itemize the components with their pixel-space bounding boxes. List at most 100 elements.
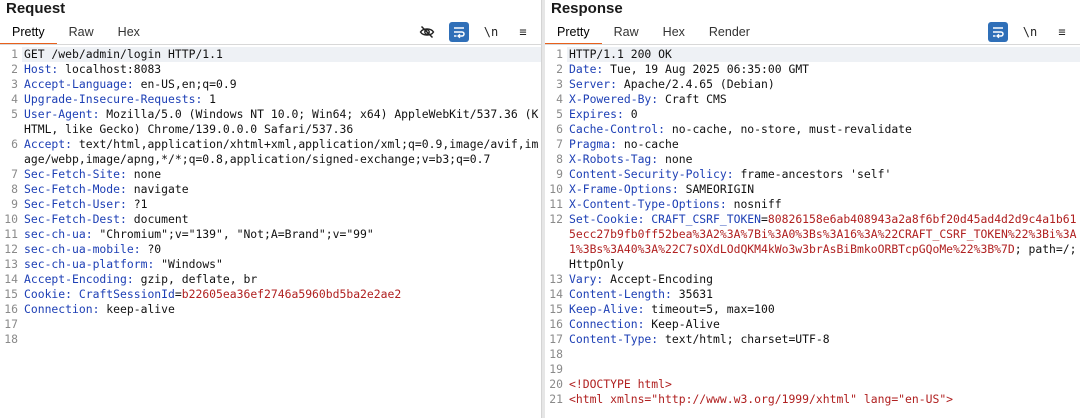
code-line[interactable]: 19 — [545, 362, 1080, 377]
header-name: X-Content-Type-Options: — [569, 197, 727, 211]
line-content: Cookie: CraftSessionId=b22605ea36ef2746a… — [22, 287, 541, 302]
request-title: Request — [6, 0, 66, 17]
code-line[interactable]: 10 Sec-Fetch-Dest: document — [0, 212, 541, 227]
code-line[interactable]: 14 Accept-Encoding: gzip, deflate, br — [0, 272, 541, 287]
header-name: User-Agent: — [24, 107, 100, 121]
line-number: 17 — [4, 317, 18, 331]
header-name: Accept-Encoding: — [24, 272, 134, 286]
code-line[interactable]: 13 sec-ch-ua-platform: "Windows" — [0, 257, 541, 272]
code-line[interactable]: 6 Accept: text/html,application/xhtml+xml… — [0, 137, 541, 167]
line-content: Accept: text/html,application/xhtml+xml,… — [22, 137, 541, 167]
line-number: 1 — [11, 47, 18, 61]
header-value: 0 — [623, 107, 638, 121]
header-name: Server: — [569, 77, 618, 91]
line-content: GET /web/admin/login HTTP/1.1 — [22, 47, 541, 62]
line-number: 11 — [549, 197, 563, 211]
code-line[interactable]: 9 Content-Security-Policy: frame-ancestor… — [545, 167, 1080, 182]
line-number: 9 — [11, 197, 18, 211]
code-line[interactable]: 12 sec-ch-ua-mobile: ?0 — [0, 242, 541, 257]
code-line[interactable]: 2 Date: Tue, 19 Aug 2025 06:35:00 GMT — [545, 62, 1080, 77]
code-line[interactable]: 12 Set-Cookie: CRAFT_CSRF_TOKEN=80826158e… — [545, 212, 1080, 272]
code-line[interactable]: 1 HTTP/1.1 200 OK — [545, 47, 1080, 62]
code-line[interactable]: 16 Connection: keep-alive — [0, 302, 541, 317]
code-line[interactable]: 18 — [0, 332, 541, 347]
header-name: Accept: — [24, 137, 73, 151]
code-line[interactable]: 1 GET /web/admin/login HTTP/1.1 — [0, 47, 541, 62]
code-line[interactable]: 16 Connection: Keep-Alive — [545, 317, 1080, 332]
code-line[interactable]: 6 Cache-Control: no-cache, no-store, must… — [545, 122, 1080, 137]
line-number: 19 — [549, 362, 563, 376]
code-line[interactable]: 3 Accept-Language: en-US,en;q=0.9 — [0, 77, 541, 92]
code-line[interactable]: 20 <!DOCTYPE html> — [545, 377, 1080, 392]
code-line[interactable]: 15 Keep-Alive: timeout=5, max=100 — [545, 302, 1080, 317]
line-number: 14 — [4, 272, 18, 286]
header-name: Pragma: — [569, 137, 618, 151]
line-number: 1 — [556, 47, 563, 61]
line-number: 11 — [4, 227, 18, 241]
code-line[interactable]: 8 Sec-Fetch-Mode: navigate — [0, 182, 541, 197]
header-value: Apache/2.4.65 (Debian) — [617, 77, 775, 91]
header-value: no-cache — [617, 137, 679, 151]
request-toolbar: \n ≡ — [417, 22, 533, 42]
code-line[interactable]: 11 X-Content-Type-Options: nosniff — [545, 197, 1080, 212]
code-line[interactable]: 17 — [0, 317, 541, 332]
header-value: gzip, deflate, br — [133, 272, 258, 286]
code-line[interactable]: 2 Host: localhost:8083 — [0, 62, 541, 77]
line-number: 18 — [4, 332, 18, 346]
code-line[interactable]: 17 Content-Type: text/html; charset=UTF-8 — [545, 332, 1080, 347]
response-tab-pretty[interactable]: Pretty — [545, 22, 602, 45]
line-number: 12 — [549, 212, 563, 226]
line-number: 20 — [549, 377, 563, 391]
response-editor[interactable]: 1 HTTP/1.1 200 OK 2 Date: Tue, 19 Aug 2025 … — [545, 47, 1080, 418]
code-line[interactable]: 10 X-Frame-Options: SAMEORIGIN — [545, 182, 1080, 197]
response-tab-hex[interactable]: Hex — [651, 22, 697, 44]
line-number: 6 — [11, 137, 18, 151]
line-content: HTTP/1.1 200 OK — [567, 47, 1080, 62]
code-line[interactable]: 21 <html xmlns="http://www.w3.org/1999/xh… — [545, 392, 1080, 407]
line-content: Set-Cookie: CRAFT_CSRF_TOKEN=80826158e6a… — [567, 212, 1080, 272]
header-name: Keep-Alive: — [569, 302, 645, 316]
header-value: document — [126, 212, 189, 226]
header-name: sec-ch-ua: — [24, 227, 93, 241]
header-value: "Chromium";v="139", "Not;A=Brand";v="99" — [92, 227, 374, 241]
request-tab-hex[interactable]: Hex — [106, 22, 152, 44]
request-editor[interactable]: 1 GET /web/admin/login HTTP/1.1 2 Host: loc… — [0, 47, 541, 418]
line-text: GET /web/admin/login HTTP/1.1 — [24, 47, 223, 61]
header-value: en-US,en;q=0.9 — [133, 77, 237, 91]
code-line[interactable]: 4 Upgrade-Insecure-Requests: 1 — [0, 92, 541, 107]
code-line[interactable]: 3 Server: Apache/2.4.65 (Debian) — [545, 77, 1080, 92]
newline-icon[interactable]: \n — [481, 22, 501, 42]
code-line[interactable]: 4 X-Powered-By: Craft CMS — [545, 92, 1080, 107]
line-number: 16 — [549, 317, 563, 331]
hide-icon[interactable] — [417, 22, 437, 42]
response-tab-raw[interactable]: Raw — [602, 22, 651, 44]
word-wrap-icon[interactable] — [449, 22, 469, 42]
code-line[interactable]: 8 X-Robots-Tag: none — [545, 152, 1080, 167]
line-content: X-Powered-By: Craft CMS — [567, 92, 1080, 107]
header-value: none — [658, 152, 693, 166]
code-line[interactable]: 5 User-Agent: Mozilla/5.0 (Windows NT 10.… — [0, 107, 541, 137]
code-line[interactable]: 18 — [545, 347, 1080, 362]
header-value: Tue, 19 Aug 2025 06:35:00 GMT — [603, 62, 810, 76]
code-line[interactable]: 7 Pragma: no-cache — [545, 137, 1080, 152]
line-content: sec-ch-ua: "Chromium";v="139", "Not;A=Br… — [22, 227, 541, 242]
code-line[interactable]: 7 Sec-Fetch-Site: none — [0, 167, 541, 182]
header-name: sec-ch-ua-mobile: — [24, 242, 141, 256]
code-line[interactable]: 13 Vary: Accept-Encoding — [545, 272, 1080, 287]
code-line[interactable]: 5 Expires: 0 — [545, 107, 1080, 122]
word-wrap-icon[interactable] — [988, 22, 1008, 42]
request-tab-pretty[interactable]: Pretty — [0, 22, 57, 45]
newline-icon[interactable]: \n — [1020, 22, 1040, 42]
header-value: Mozilla/5.0 (Windows NT 10.0; Win64; x64… — [24, 107, 539, 136]
menu-icon[interactable]: ≡ — [513, 22, 533, 42]
request-tabs: Pretty Raw Hex — [0, 22, 152, 45]
code-line[interactable]: 11 sec-ch-ua: "Chromium";v="139", "Not;A=… — [0, 227, 541, 242]
line-content: Host: localhost:8083 — [22, 62, 541, 77]
request-tab-raw[interactable]: Raw — [57, 22, 106, 44]
code-line[interactable]: 9 Sec-Fetch-User: ?1 — [0, 197, 541, 212]
response-tab-render[interactable]: Render — [697, 22, 762, 44]
code-line[interactable]: 15 Cookie: CraftSessionId=b22605ea36ef274… — [0, 287, 541, 302]
html-markup: <!DOCTYPE html> — [569, 377, 672, 391]
code-line[interactable]: 14 Content-Length: 35631 — [545, 287, 1080, 302]
menu-icon[interactable]: ≡ — [1052, 22, 1072, 42]
